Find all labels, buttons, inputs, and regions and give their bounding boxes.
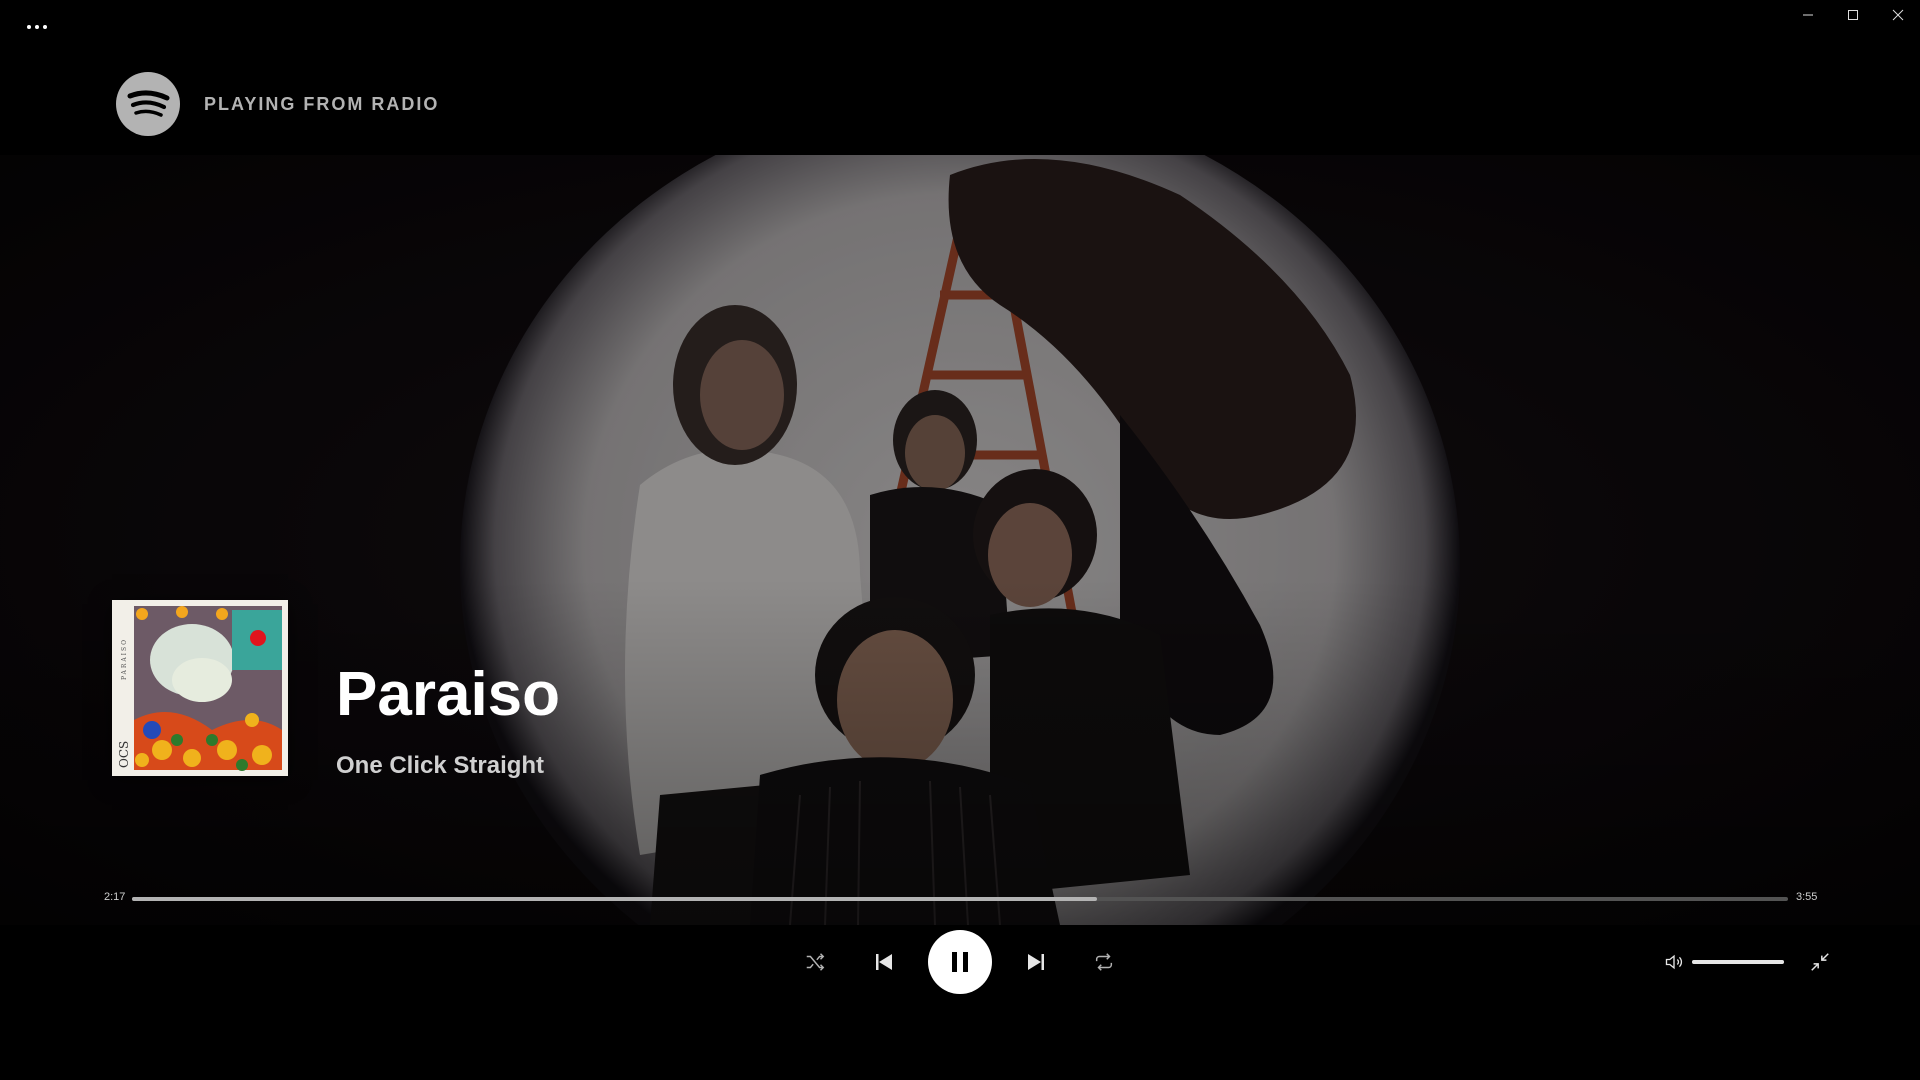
close-button[interactable]: [1875, 0, 1920, 30]
album-side-title: PARAISO: [121, 638, 128, 680]
album-side-logo: OCS: [117, 741, 131, 768]
more-horizontal-icon: [27, 25, 47, 29]
shuffle-button[interactable]: [803, 950, 827, 974]
volume-fill: [1692, 960, 1784, 964]
elapsed-time: 2:17: [104, 891, 126, 903]
play-pause-button[interactable]: [928, 930, 992, 994]
shuffle-icon: [806, 953, 825, 971]
album-cover[interactable]: PARAISO OCS: [112, 600, 288, 776]
skip-forward-icon: [1028, 954, 1044, 970]
volume-icon: [1665, 954, 1682, 970]
track-title[interactable]: Paraiso: [336, 664, 560, 726]
progress-bar[interactable]: [132, 897, 1788, 901]
maximize-button[interactable]: [1830, 0, 1875, 30]
pause-icon: [952, 952, 968, 972]
minimize-button[interactable]: [1785, 0, 1830, 30]
track-artist[interactable]: One Click Straight: [336, 752, 544, 780]
exit-fullscreen-button[interactable]: [1806, 948, 1834, 976]
more-options-button[interactable]: [22, 14, 52, 40]
now-playing-header: PLAYING FROM RADIO: [116, 72, 439, 136]
artist-background-image: [0, 155, 1920, 925]
skip-back-icon: [876, 954, 892, 970]
close-icon: [1892, 9, 1903, 21]
volume-slider[interactable]: [1692, 960, 1784, 964]
minimize-icon: [1802, 14, 1813, 16]
playing-from-label: PLAYING FROM RADIO: [204, 93, 440, 114]
spotify-logo-icon[interactable]: [116, 72, 180, 136]
volume-button[interactable]: [1662, 950, 1686, 974]
maximize-icon: [1847, 10, 1858, 20]
repeat-button[interactable]: [1092, 950, 1116, 974]
collapse-icon: [1811, 953, 1829, 971]
progress-fill: [132, 897, 1098, 901]
previous-button[interactable]: [872, 950, 896, 974]
next-button[interactable]: [1024, 950, 1048, 974]
window-controls: [1785, 0, 1920, 30]
repeat-icon: [1095, 953, 1113, 971]
playback-controls: [0, 930, 1920, 994]
total-duration: 3:55: [1796, 891, 1818, 903]
